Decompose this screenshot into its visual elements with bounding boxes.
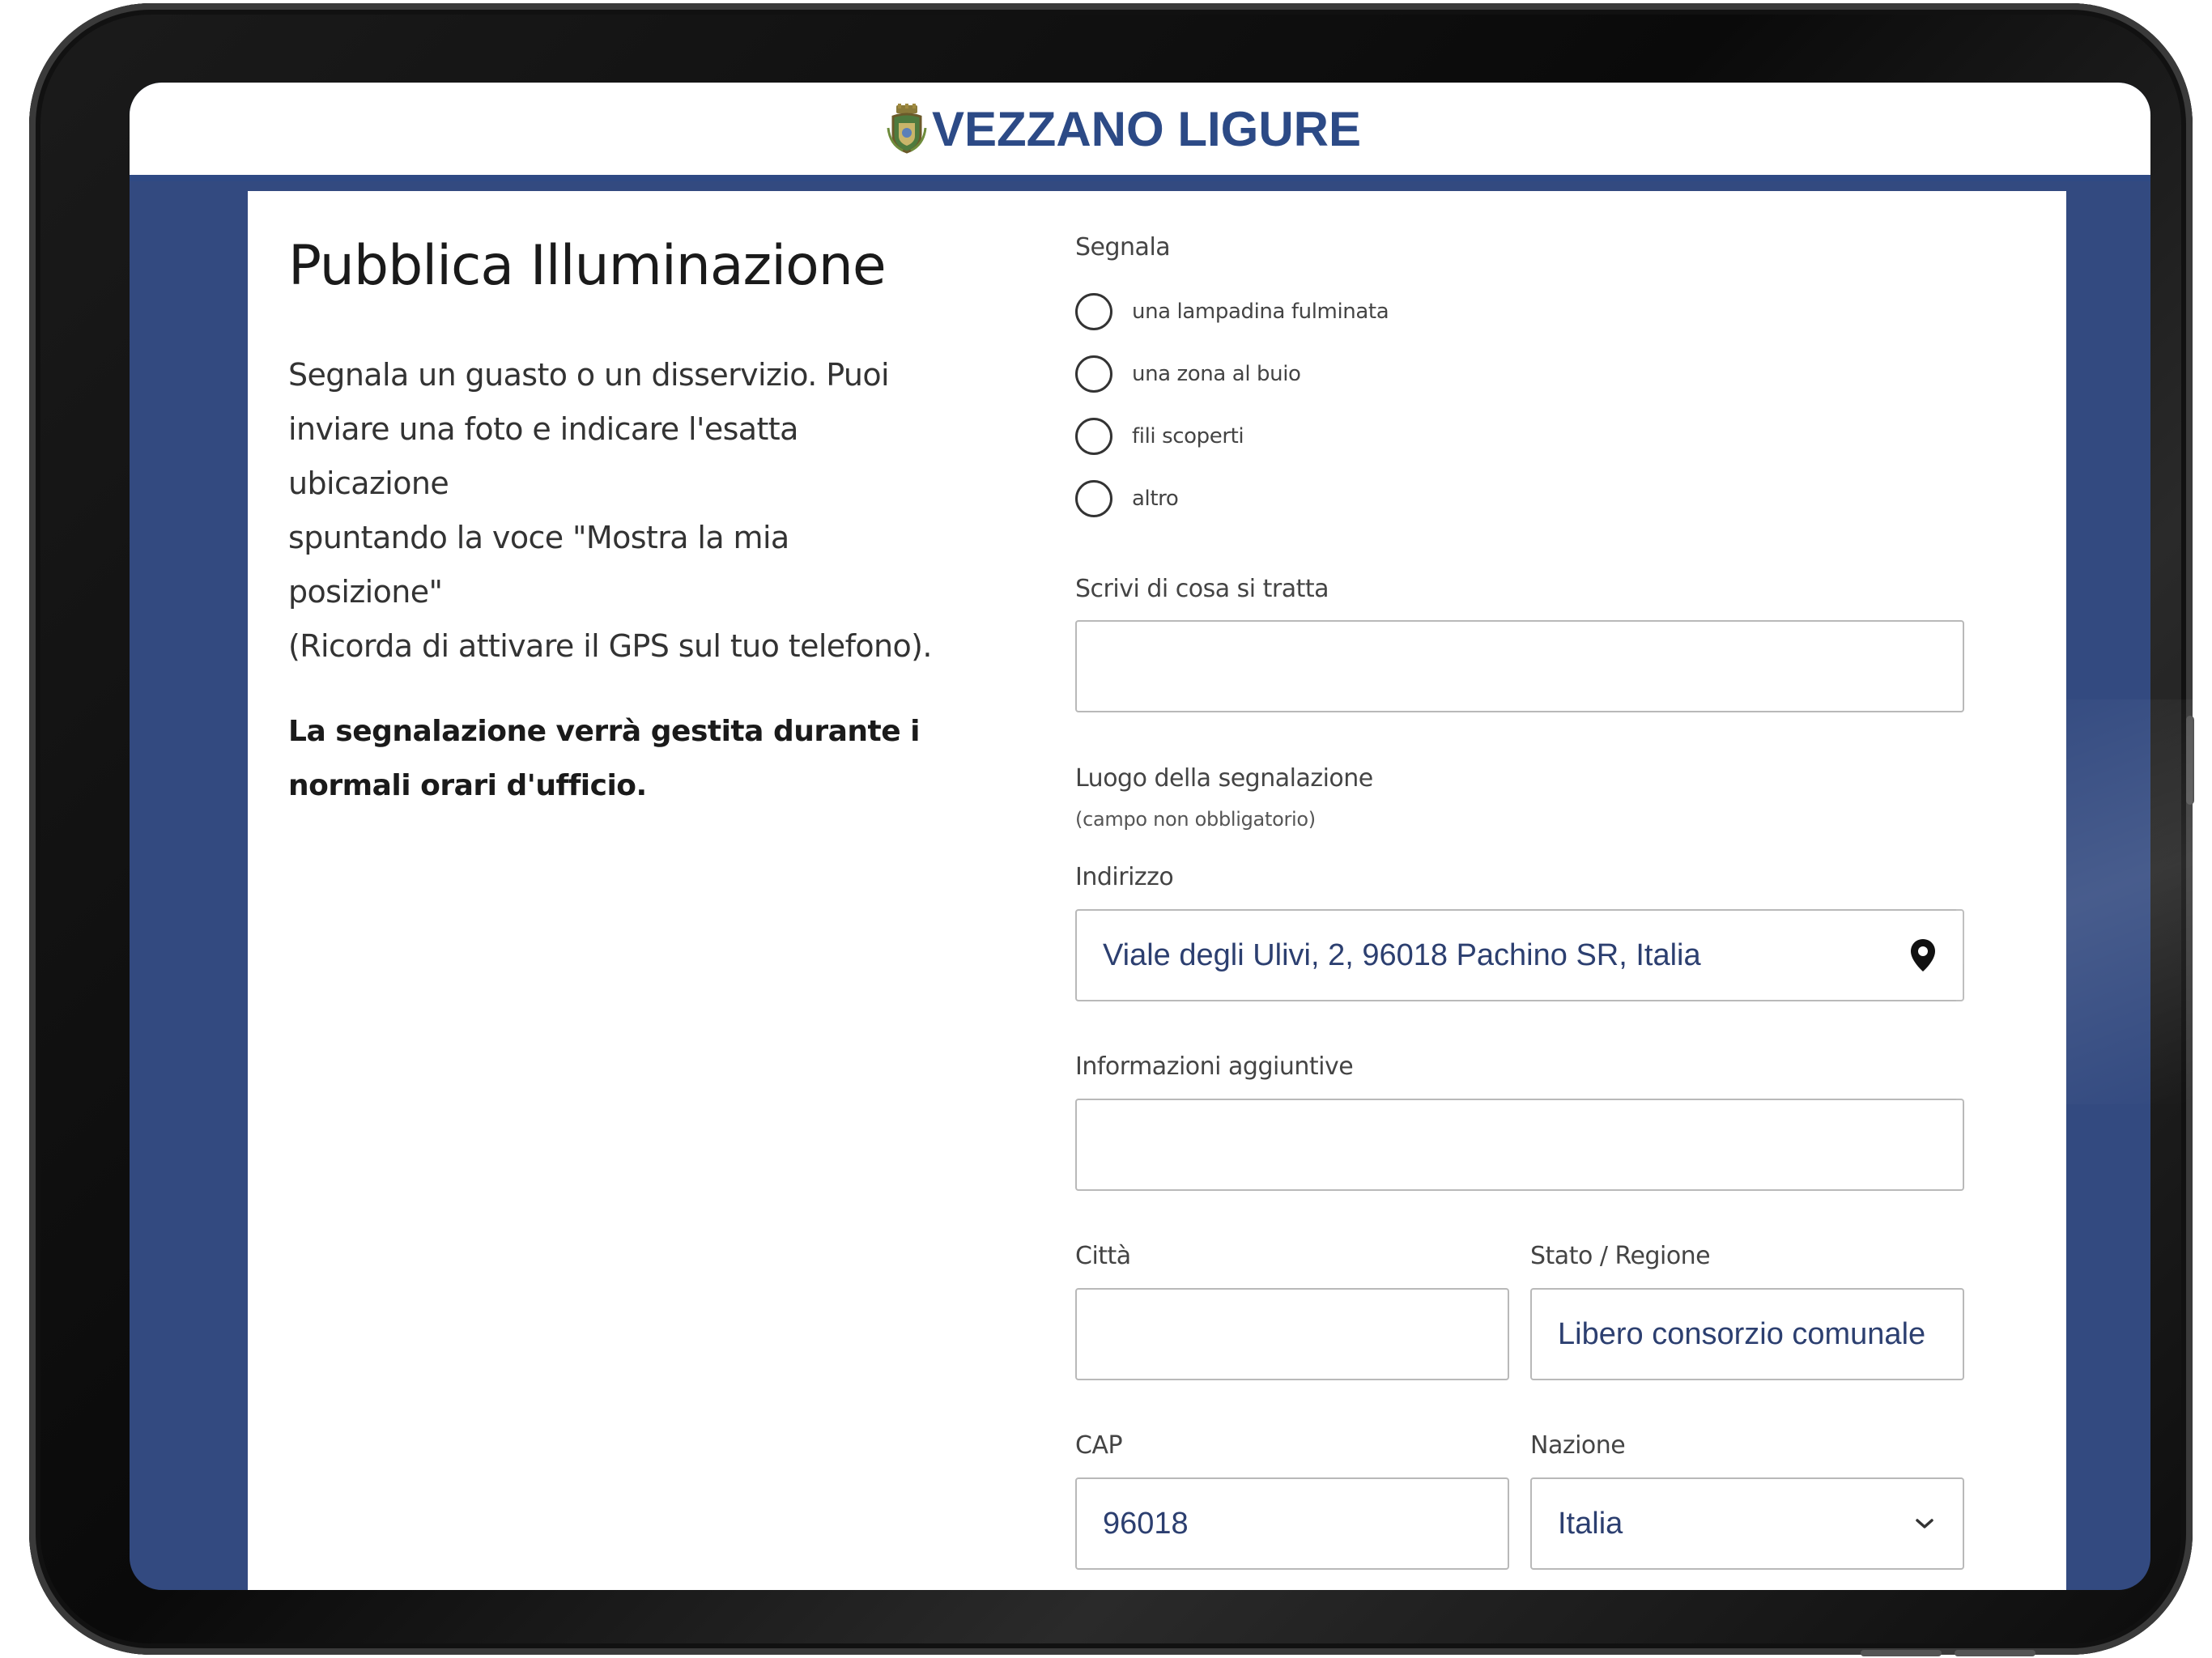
crest-icon (887, 104, 927, 154)
bottom-button (1861, 1650, 1942, 1656)
radio-button[interactable] (1075, 293, 1112, 330)
cap-label: CAP (1075, 1431, 1123, 1460)
intro-line: spuntando la voce "Mostra la mia posizio… (288, 519, 789, 610)
address-value: Viale degli Ulivi, 2, 96018 Pachino SR, … (1103, 937, 1701, 972)
intro-line: Segnala un guasto o un disservizio. Puoi (288, 356, 890, 393)
bottom-button (1955, 1650, 2035, 1656)
state-input[interactable]: Libero consorzio comunale (1530, 1288, 1964, 1380)
intro-line: inviare una foto e indicare l'esatta ubi… (288, 410, 798, 501)
intro-description: Segnala un guasto o un disservizio. Puoi… (288, 348, 936, 674)
radio-label: una lampadina fulminata (1132, 300, 1389, 324)
location-label: Luogo della segnalazione (1075, 764, 1373, 793)
cap-input[interactable]: 96018 (1075, 1477, 1509, 1570)
office-hours-notice: La segnalazione verrà gestita durante i … (288, 704, 936, 813)
location-pin-icon[interactable] (1909, 937, 1937, 973)
intro-section: Pubblica Illuminazione Segnala un guasto… (288, 233, 936, 813)
radio-button[interactable] (1075, 480, 1112, 517)
radio-option-fili-scoperti[interactable]: fili scoperti (1075, 418, 1244, 455)
city-input[interactable] (1075, 1288, 1509, 1380)
address-label: Indirizzo (1075, 863, 1174, 891)
radio-option-lampadina[interactable]: una lampadina fulminata (1075, 293, 1389, 330)
radio-button[interactable] (1075, 418, 1112, 455)
location-optional-note: (campo non obbligatorio) (1075, 808, 1316, 831)
report-form: Segnala una lampadina fulminata una zona… (1075, 191, 1966, 1590)
segnala-label: Segnala (1075, 233, 1171, 261)
screen: VEZZANO LIGURE Pubblica Illuminazione Se… (130, 83, 2150, 1590)
side-button (2186, 716, 2194, 805)
country-select[interactable]: Italia (1530, 1477, 1964, 1570)
radio-option-altro[interactable]: altro (1075, 480, 1179, 517)
description-input[interactable] (1075, 620, 1964, 712)
state-label: Stato / Regione (1530, 1242, 1711, 1270)
city-label: Città (1075, 1242, 1131, 1270)
country-label: Nazione (1530, 1431, 1626, 1460)
extra-info-input[interactable] (1075, 1099, 1964, 1191)
country-value: Italia (1558, 1506, 1623, 1541)
address-input[interactable]: Viale degli Ulivi, 2, 96018 Pachino SR, … (1075, 909, 1964, 1001)
state-value: Libero consorzio comunale (1558, 1316, 1926, 1351)
cap-value: 96018 (1103, 1506, 1189, 1541)
site-title: VEZZANO LIGURE (931, 101, 1361, 156)
radio-option-zona-buio[interactable]: una zona al buio (1075, 355, 1301, 393)
notice-line: normali orari d'ufficio. (288, 768, 647, 802)
site-logo[interactable]: VEZZANO LIGURE (887, 101, 1361, 157)
page-title: Pubblica Illuminazione (288, 234, 887, 298)
radio-button[interactable] (1075, 355, 1112, 393)
description-label: Scrivi di cosa si tratta (1075, 575, 1329, 603)
radio-label: altro (1132, 487, 1179, 511)
tablet-frame: VEZZANO LIGURE Pubblica Illuminazione Se… (29, 3, 2194, 1656)
extra-info-label: Informazioni aggiuntive (1075, 1052, 1354, 1081)
site-header: VEZZANO LIGURE (130, 83, 2150, 181)
intro-line: (Ricorda di attivare il GPS sul tuo tele… (288, 627, 932, 664)
radio-label: una zona al buio (1132, 362, 1301, 386)
radio-label: fili scoperti (1132, 424, 1244, 449)
notice-line: La segnalazione verrà gestita durante i (288, 714, 921, 748)
content-card: Pubblica Illuminazione Segnala un guasto… (248, 191, 2066, 1590)
chevron-down-icon (1916, 1519, 1933, 1528)
